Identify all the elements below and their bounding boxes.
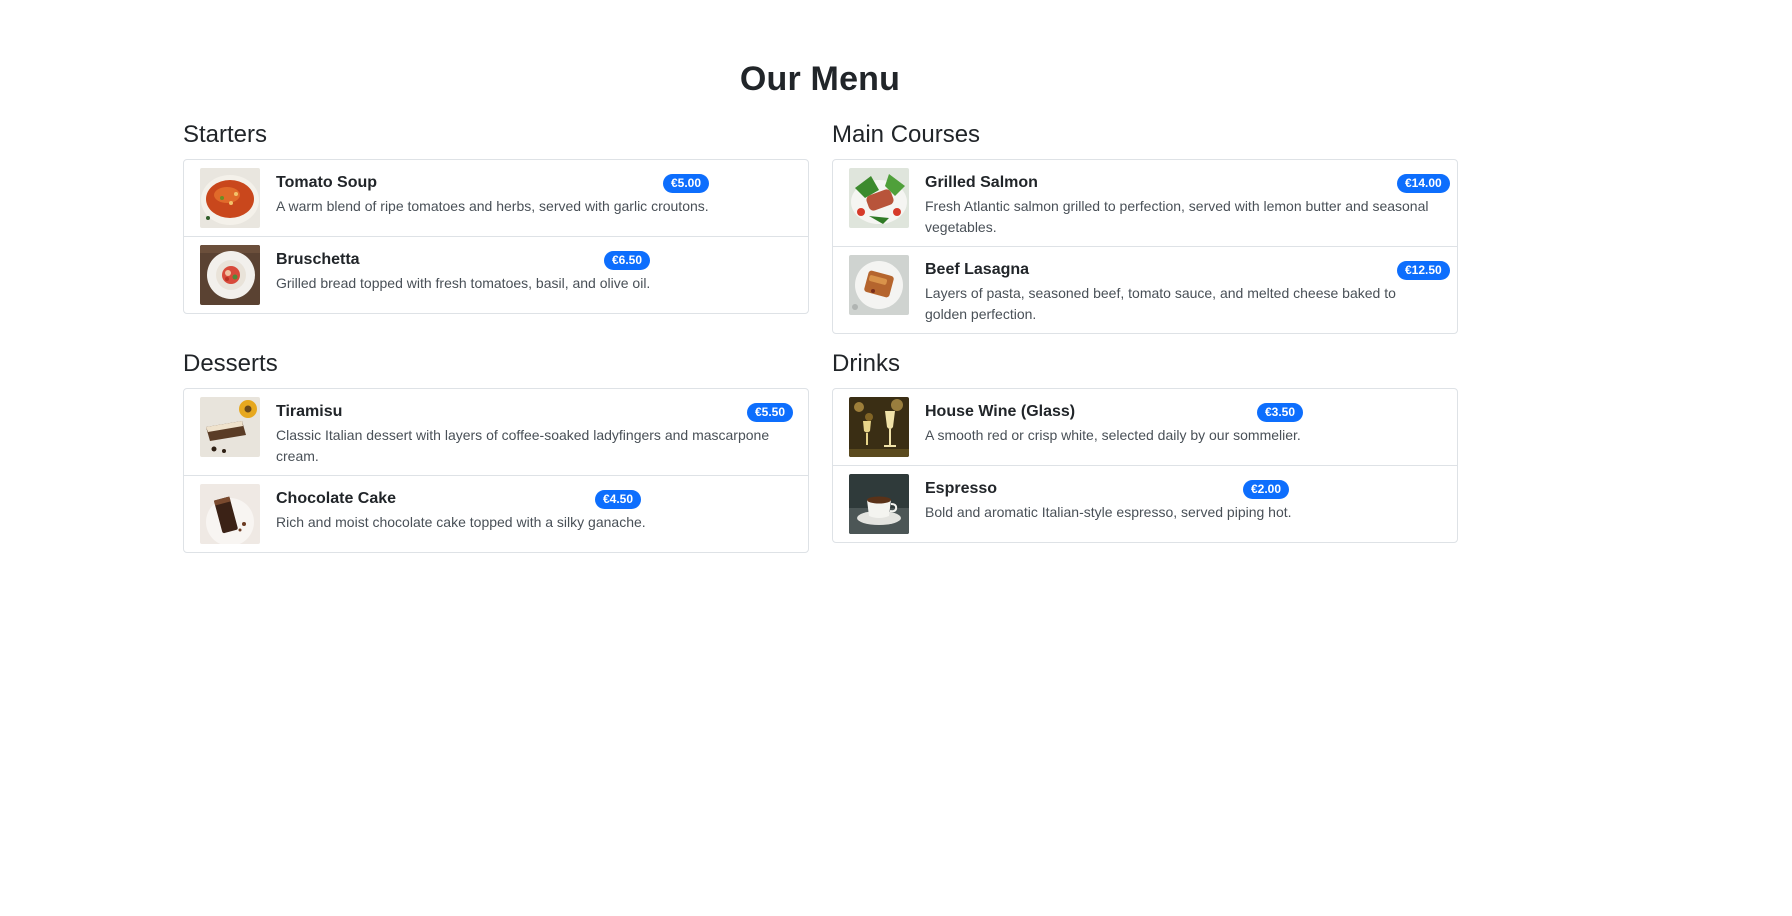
item-description: Classic Italian dessert with layers of c… bbox=[276, 427, 770, 464]
price-badge: €6.50 bbox=[604, 251, 651, 270]
section-title-drinks: Drinks bbox=[832, 350, 901, 377]
menu-item-chocolate-cake[interactable]: Chocolate Cake €4.50 Rich and moist choco… bbox=[184, 475, 808, 552]
menu-card-drinks: House Wine (Glass) €3.50 A smooth red or … bbox=[832, 388, 1458, 543]
menu-item-espresso[interactable]: Espresso €2.00 Bold and aromatic Italian-… bbox=[833, 465, 1457, 542]
menu-item-beef-lasagna[interactable]: Beef Lasagna €12.50 Layers of pasta, seas… bbox=[833, 246, 1457, 333]
item-name: Tomato Soup bbox=[276, 174, 378, 191]
price-badge: €3.50 bbox=[1257, 403, 1304, 422]
price-badge: €5.50 bbox=[747, 403, 794, 422]
house-wine-image bbox=[849, 397, 909, 457]
page-title: Our Menu bbox=[739, 60, 901, 98]
item-description: Layers of pasta, seasoned beef, tomato s… bbox=[925, 285, 1396, 322]
item-description: A warm blend of ripe tomatoes and herbs,… bbox=[276, 198, 709, 214]
menu-card-desserts: Tiramisu €5.50 Classic Italian dessert wi… bbox=[183, 388, 809, 553]
espresso-image bbox=[849, 474, 909, 534]
item-description: A smooth red or crisp white, selected da… bbox=[925, 427, 1301, 443]
item-description: Rich and moist chocolate cake topped wit… bbox=[276, 514, 646, 530]
menu-item-bruschetta[interactable]: Bruschetta €6.50 Grilled bread topped wit… bbox=[184, 236, 808, 313]
menu-item-tomato-soup[interactable]: Tomato Soup €5.00 A warm blend of ripe to… bbox=[184, 160, 808, 236]
item-name: Beef Lasagna bbox=[925, 261, 1030, 278]
item-name: Tiramisu bbox=[276, 403, 343, 420]
grilled-salmon-image bbox=[849, 168, 909, 228]
menu-card-main-courses: Grilled Salmon €14.00 Fresh Atlantic salm… bbox=[832, 159, 1458, 334]
beef-lasagna-image bbox=[849, 255, 909, 315]
menu-item-grilled-salmon[interactable]: Grilled Salmon €14.00 Fresh Atlantic salm… bbox=[833, 160, 1457, 246]
item-name: Bruschetta bbox=[276, 251, 360, 268]
item-description: Grilled bread topped with fresh tomatoes… bbox=[276, 275, 651, 291]
section-drinks: Drinks House Wine (Glass) €3.50 A smooth … bbox=[832, 350, 1458, 543]
price-badge: €2.00 bbox=[1243, 480, 1290, 499]
tiramisu-image bbox=[200, 397, 260, 457]
item-name: Grilled Salmon bbox=[925, 174, 1038, 191]
menu-card-starters: Tomato Soup €5.00 A warm blend of ripe to… bbox=[183, 159, 809, 314]
section-desserts: Desserts Tiramisu €5.50 Classic Italian d… bbox=[183, 350, 809, 553]
section-title-main-courses: Main Courses bbox=[832, 121, 981, 148]
section-title-starters: Starters bbox=[183, 121, 268, 148]
price-badge: €4.50 bbox=[595, 490, 642, 509]
item-name: Chocolate Cake bbox=[276, 490, 397, 507]
section-starters: Starters Tomato Soup €5.00 A warm blend o… bbox=[183, 121, 809, 314]
menu-item-tiramisu[interactable]: Tiramisu €5.50 Classic Italian dessert wi… bbox=[184, 389, 808, 475]
menu-item-house-wine[interactable]: House Wine (Glass) €3.50 A smooth red or … bbox=[833, 389, 1457, 465]
item-description: Bold and aromatic Italian-style espresso… bbox=[925, 504, 1292, 520]
chocolate-cake-image bbox=[200, 484, 260, 544]
price-badge: €12.50 bbox=[1397, 261, 1450, 280]
item-name: House Wine (Glass) bbox=[925, 403, 1076, 420]
item-description: Fresh Atlantic salmon grilled to perfect… bbox=[925, 198, 1429, 235]
item-name: Espresso bbox=[925, 480, 998, 497]
price-badge: €14.00 bbox=[1397, 174, 1450, 193]
price-badge: €5.00 bbox=[663, 174, 710, 193]
section-main-courses: Main Courses Grilled Salmon €14.00 Fresh … bbox=[832, 121, 1458, 334]
tomato-soup-image bbox=[200, 168, 260, 228]
bruschetta-image bbox=[200, 245, 260, 305]
section-title-desserts: Desserts bbox=[183, 350, 278, 377]
